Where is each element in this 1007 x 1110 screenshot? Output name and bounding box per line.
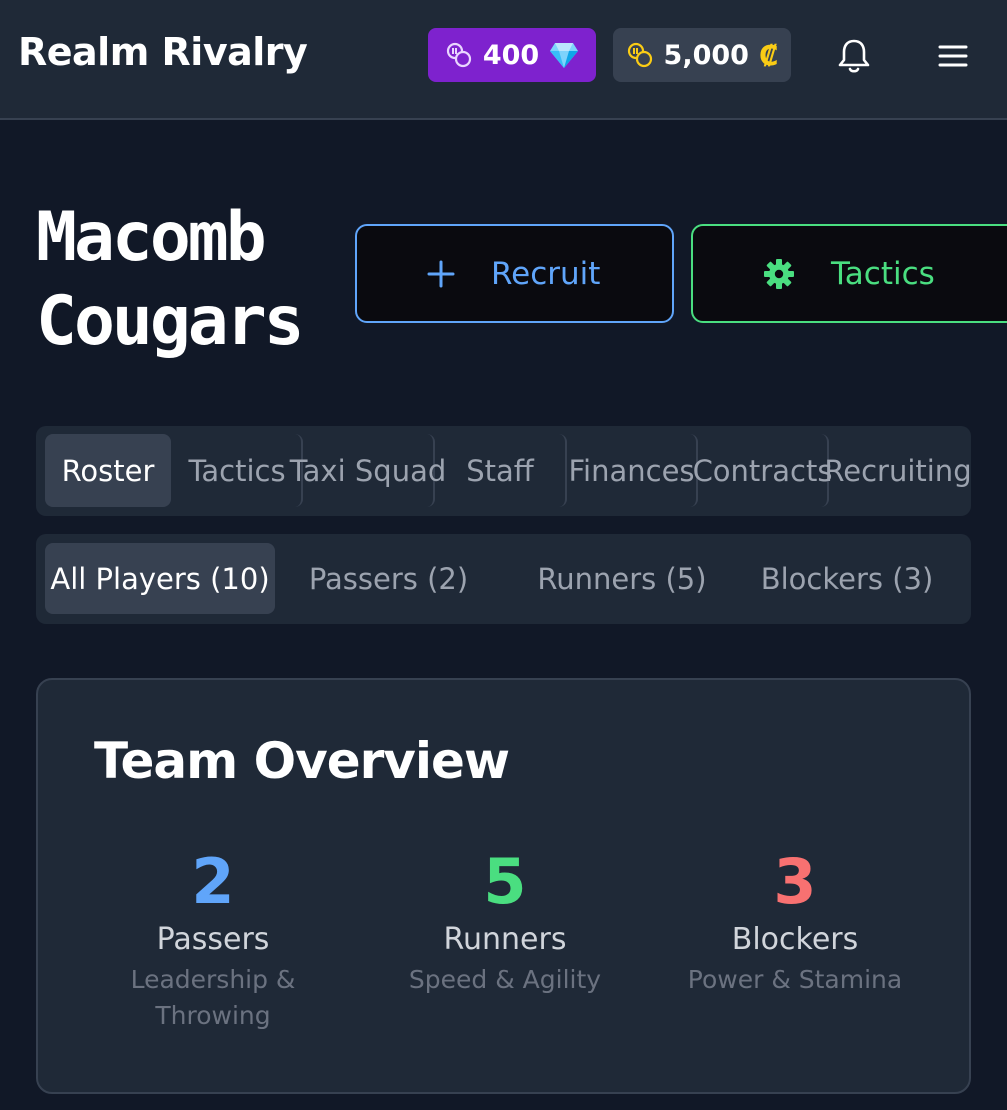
filter-all-players[interactable]: All Players (10) — [45, 543, 275, 614]
stat-blockers-count: 3 — [773, 845, 817, 918]
tab-taxi-squad[interactable]: Taxi Squad — [290, 434, 446, 507]
stat-blockers-description: Power & Stamina — [687, 965, 903, 994]
tactics-button[interactable]: Tactics — [691, 224, 1007, 323]
filter-runners[interactable]: Runners (5) — [506, 543, 738, 614]
filter-passers[interactable]: Passers (2) — [281, 543, 496, 614]
stat-runners-count: 5 — [483, 845, 527, 918]
bell-icon — [838, 39, 870, 73]
gem-icon — [550, 43, 579, 68]
stat-blockers-label: Blockers — [731, 922, 859, 957]
team-overview-card: Team Overview 2 Passers Leadership & Thr… — [36, 678, 971, 1094]
gear-icon — [764, 258, 794, 289]
credits-amount: 5,000 — [663, 39, 749, 71]
tactics-label: Tactics — [831, 255, 935, 292]
tab-tactics[interactable]: Tactics — [173, 434, 303, 507]
coins-icon — [627, 42, 652, 68]
stat-passers-label: Passers — [156, 922, 270, 957]
credits-balance[interactable]: 5,000 ₡ — [613, 28, 791, 82]
plus-icon — [427, 260, 455, 287]
coins-icon — [446, 42, 471, 68]
tab-roster[interactable]: Roster — [45, 434, 171, 507]
stat-passers-count: 2 — [191, 845, 235, 918]
tab-contracts[interactable]: Contracts — [693, 434, 832, 507]
tab-recruiting[interactable]: Recruiting — [824, 434, 971, 507]
stat-runners-label: Runners — [443, 922, 567, 957]
stat-passers-description: Leadership & Throwing — [130, 965, 296, 1030]
team-name: Macomb Cougars — [36, 198, 305, 361]
section-tabs: Roster Tactics Taxi Squad Staff Finances… — [36, 426, 972, 516]
stat-blockers: 3 Blockers Power & Stamina — [650, 846, 940, 998]
credit-symbol: ₡ — [758, 38, 779, 72]
stat-runners: 5 Runners Speed & Agility — [360, 846, 650, 998]
menu-icon — [938, 45, 968, 67]
recruit-label: Recruit — [491, 255, 601, 292]
overview-title: Team Overview — [94, 732, 510, 790]
notifications-button[interactable] — [832, 34, 876, 78]
app-title[interactable]: Realm Rivalry — [18, 30, 308, 74]
top-bar: Realm Rivalry 400 5,000 ₡ — [0, 0, 1007, 120]
recruit-button[interactable]: Recruit — [355, 224, 674, 323]
gems-balance[interactable]: 400 — [428, 28, 596, 82]
stat-passers: 2 Passers Leadership & Throwing — [68, 846, 358, 1034]
position-filter: All Players (10) Passers (2) Runners (5)… — [36, 534, 971, 624]
gems-amount: 400 — [482, 39, 540, 71]
filter-blockers[interactable]: Blockers (3) — [742, 543, 952, 614]
tab-finances[interactable]: Finances — [567, 434, 698, 507]
menu-button[interactable] — [931, 34, 975, 78]
tab-staff[interactable]: Staff — [435, 434, 567, 507]
stat-runners-description: Speed & Agility — [408, 965, 602, 994]
